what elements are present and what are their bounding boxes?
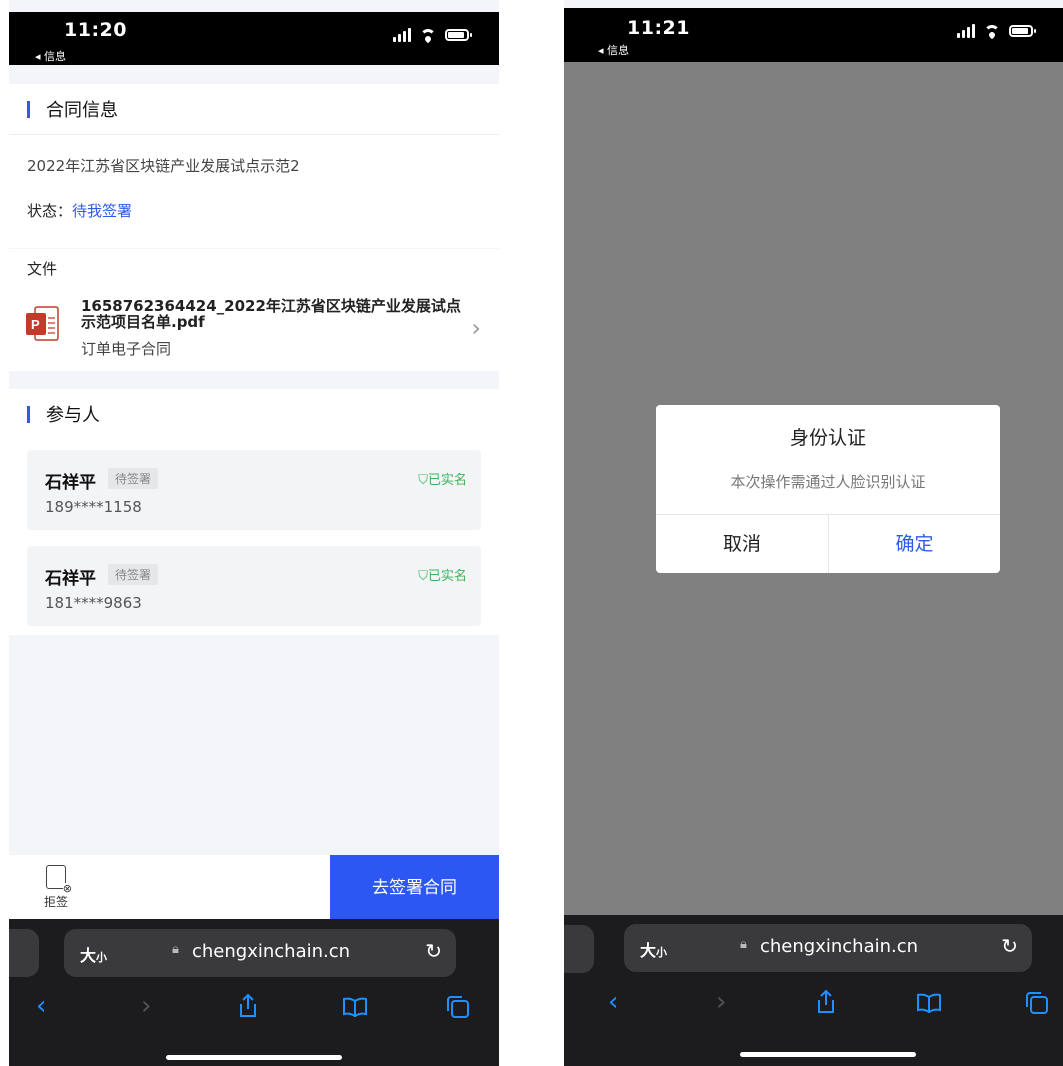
participant-status-tag: 待签署 (108, 564, 159, 585)
text-size-button[interactable]: 大小 (640, 937, 667, 961)
wifi-icon (983, 24, 1001, 38)
file-subtitle: 订单电子合同 (81, 340, 172, 358)
lock-icon: 🔒︎ (740, 937, 747, 952)
status-time: 11:21 (627, 17, 690, 39)
share-icon[interactable] (815, 989, 837, 1015)
browser-toolbar: 大小 🔒︎ chengxinchain.cn ↻ ‹ › (9, 919, 499, 1066)
home-indicator (740, 1052, 916, 1057)
tabs-icon[interactable] (1025, 991, 1049, 1015)
back-arrow-icon[interactable]: ‹ (608, 987, 618, 1017)
dialog-title: 身份认证 (789, 427, 866, 449)
forward-arrow-icon[interactable]: › (141, 991, 151, 1021)
participants-header: 参与人 (9, 389, 499, 439)
reload-icon[interactable]: ↻ (1001, 934, 1018, 958)
home-indicator (166, 1055, 342, 1060)
previous-tab-pill[interactable] (9, 929, 39, 977)
pdf-file-icon: P (26, 306, 59, 341)
status-bar: 11:21 ◂ 信息 (564, 8, 1063, 62)
shield-check-icon: ⛉ (418, 473, 428, 488)
contract-status: 状态：待我签署 (27, 200, 132, 221)
go-sign-contract-button[interactable]: 去签署合同 (330, 855, 499, 919)
participant-card: 石祥平 待签署 ⛉已实名 181****9863 (27, 546, 481, 626)
address-bar[interactable]: 大小 🔒︎ chengxinchain.cn ↻ (64, 929, 456, 977)
bookmarks-icon[interactable] (916, 993, 942, 1013)
participant-status-tag: 待签署 (108, 468, 159, 489)
participants-title: 参与人 (46, 405, 100, 426)
status-bar: 11:20 ◂ 信息 (9, 12, 499, 65)
status-time: 11:20 (64, 19, 127, 41)
participant-card: 石祥平 待签署 ⛉已实名 189****1158 (27, 450, 481, 530)
section-accent-bar (27, 101, 30, 118)
browser-toolbar: 大小 🔒︎ chengxinchain.cn ↻ ‹ › (564, 915, 1063, 1066)
back-to-messages-link[interactable]: ◂ 信息 (35, 48, 66, 64)
verified-badge: ⛉已实名 (418, 569, 467, 584)
bottom-action-bar: 拒签 去签署合同 (9, 855, 499, 919)
contract-name: 2022年江苏省区块链产业发展试点示范2 (27, 157, 300, 175)
identity-verification-dialog: 身份认证 本次操作需通过人脸识别认证 取消 确定 (656, 405, 1000, 573)
participant-name: 石祥平 (45, 473, 96, 493)
verified-badge: ⛉已实名 (418, 473, 467, 488)
chevron-right-icon: › (471, 314, 481, 342)
reject-label: 拒签 (43, 895, 68, 909)
lock-icon: 🔒︎ (172, 942, 179, 957)
address-bar[interactable]: 大小 🔒︎ chengxinchain.cn ↻ (624, 924, 1032, 972)
share-icon[interactable] (237, 993, 259, 1019)
reject-sign-button[interactable]: 拒签 (36, 865, 76, 910)
participant-phone: 189****1158 (45, 498, 142, 516)
reload-icon[interactable]: ↻ (425, 939, 442, 963)
url-text: chengxinchain.cn (192, 941, 351, 962)
url-text: chengxinchain.cn (760, 936, 919, 957)
text-size-button[interactable]: 大小 (80, 942, 107, 966)
svg-text:P: P (31, 317, 40, 332)
previous-tab-pill[interactable] (564, 925, 594, 973)
participant-name: 石祥平 (45, 569, 96, 589)
forward-arrow-icon[interactable]: › (716, 987, 726, 1017)
shield-check-icon: ⛉ (418, 569, 428, 584)
left-phone-screen: 11:20 ◂ 信息 合同信息 2022年江苏省区块链产业发展试点示范2 状态：… (9, 0, 499, 1066)
cellular-signal-icon (957, 24, 975, 38)
cellular-signal-icon (393, 28, 411, 42)
file-row[interactable]: P 1658762364424_2022年江苏省区块链产业发展试点示范项目名单.… (9, 290, 499, 360)
back-to-messages-link[interactable]: ◂ 信息 (598, 42, 629, 58)
battery-icon (1009, 25, 1036, 37)
file-label: 文件 (27, 260, 58, 278)
participant-phone: 181****9863 (45, 594, 142, 612)
status-value: 待我签署 (72, 202, 133, 220)
contract-info-header: 合同信息 (9, 84, 499, 135)
section-accent-bar (27, 406, 30, 423)
document-reject-icon (46, 865, 72, 894)
file-name: 1658762364424_2022年江苏省区块链产业发展试点示范项目名单.pd… (81, 297, 461, 331)
back-arrow-icon[interactable]: ‹ (36, 991, 46, 1021)
status-label: 状态： (27, 202, 73, 220)
confirm-button[interactable]: 确定 (829, 515, 1000, 573)
contract-info-title: 合同信息 (46, 100, 118, 121)
bookmarks-icon[interactable] (342, 997, 368, 1017)
battery-icon (445, 29, 472, 41)
right-phone-screen: 11:21 ◂ 信息 身份认证 本次操作需通过人脸识别认证 取消 确定 大小 🔒… (564, 0, 1063, 1066)
wifi-icon (419, 28, 437, 42)
tabs-icon[interactable] (446, 995, 470, 1019)
dialog-message: 本次操作需通过人脸识别认证 (730, 473, 926, 491)
cancel-button[interactable]: 取消 (656, 515, 828, 573)
